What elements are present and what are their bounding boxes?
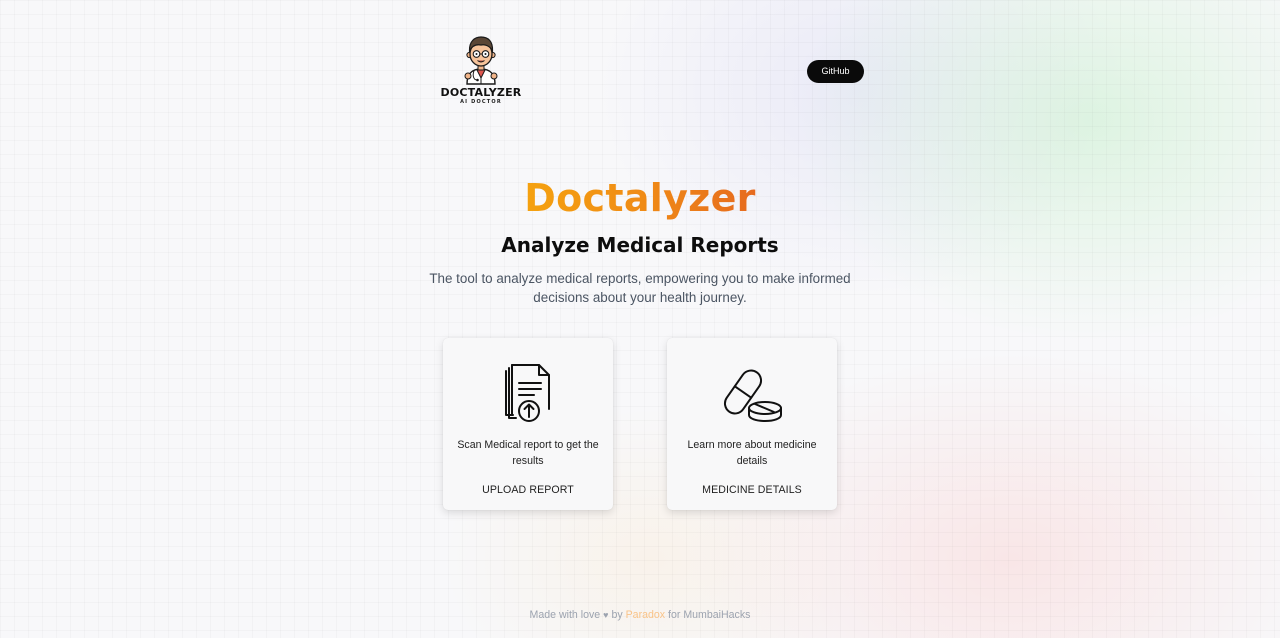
heart-icon: ♥ — [603, 610, 609, 620]
document-upload-icon — [443, 363, 613, 425]
logo-title: DOCTALYZER — [440, 86, 522, 99]
hero-title: Doctalyzer — [0, 174, 1280, 222]
hero-title-text: Doctalyzer — [524, 176, 756, 220]
footer-for: for MumbaiHacks — [668, 609, 751, 621]
hero-subtitle: Analyze Medical Reports — [501, 233, 779, 257]
medicine-details-card[interactable]: Learn more about medicine details MEDICI… — [667, 338, 837, 510]
logo[interactable]: DOCTALYZER AI DOCTOR — [440, 34, 522, 108]
footer-prefix: Made with love — [529, 609, 601, 621]
upload-report-description: Scan Medical report to get the results — [457, 439, 599, 467]
upload-report-label[interactable]: UPLOAD REPORT — [443, 483, 613, 497]
footer-by: by — [611, 609, 623, 621]
footer-author-link[interactable]: Paradox — [626, 609, 665, 621]
footer: Made with love ♥ by Paradox for MumbaiHa… — [0, 608, 1280, 622]
github-button[interactable]: GitHub — [807, 60, 864, 83]
page: DOCTALYZER AI DOCTOR GitHub Doctalyzer A… — [0, 0, 1280, 638]
medicine-details-label[interactable]: MEDICINE DETAILS — [667, 483, 837, 497]
medicine-pills-icon — [667, 363, 837, 425]
hero-description: The tool to analyze medical reports, emp… — [429, 271, 851, 305]
logo-subtitle: AI DOCTOR — [460, 99, 502, 105]
upload-report-card[interactable]: Scan Medical report to get the results U… — [443, 338, 613, 510]
doctor-avatar-icon — [440, 34, 522, 86]
medicine-details-description: Learn more about medicine details — [687, 439, 817, 467]
